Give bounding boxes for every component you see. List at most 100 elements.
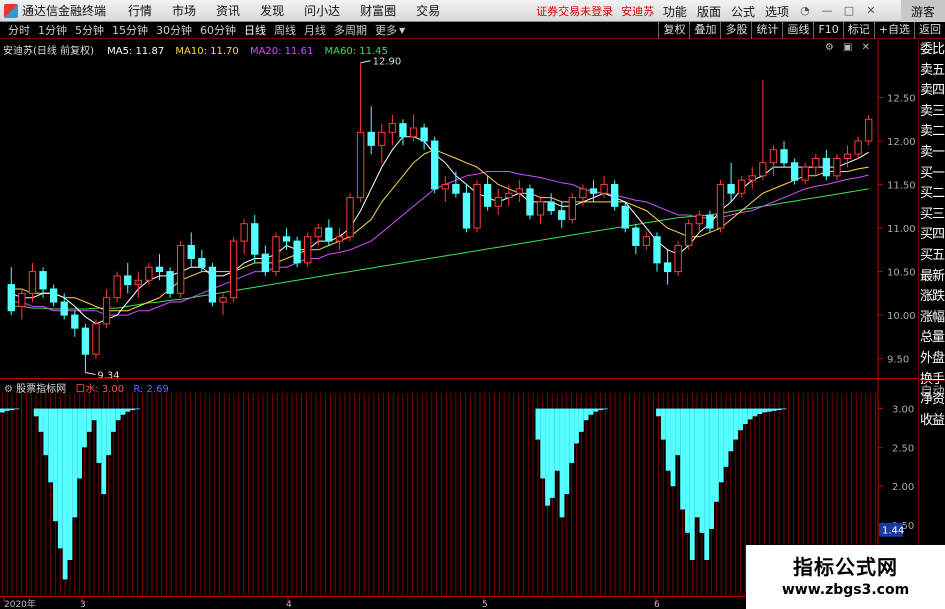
sidebar-item-0[interactable]: 委比	[919, 40, 945, 61]
sidebar-item-13[interactable]: 涨幅	[919, 308, 945, 329]
indicator-bar	[738, 408, 743, 431]
sidebar-item-5[interactable]: 卖一	[919, 143, 945, 164]
watermark: 指标公式网 www.zbgs3.com	[746, 545, 945, 609]
sidebar-item-1[interactable]: 卖五	[919, 61, 945, 82]
period-more[interactable]: 更多	[375, 22, 397, 38]
indicator-bar	[685, 408, 690, 533]
indicator-name[interactable]: 股票指标网	[16, 384, 66, 395]
y-tick-label: 12.00	[887, 137, 916, 148]
maximize-icon[interactable]: □	[843, 5, 855, 17]
period-15min[interactable]: 15分钟	[112, 22, 148, 38]
sidebar-item-11[interactable]: 最新	[919, 267, 945, 288]
sidebar-item-9[interactable]: 买四	[919, 225, 945, 246]
close-icon[interactable]: ✕	[865, 5, 877, 17]
period-60min[interactable]: 60分钟	[200, 22, 236, 38]
menu-function[interactable]: 功能	[663, 3, 687, 20]
watermark-url: www.zbgs3.com	[781, 582, 910, 598]
menu-discover[interactable]: 发现	[260, 2, 284, 19]
candle-up	[738, 179, 746, 194]
candle-up	[748, 175, 756, 181]
gear-icon[interactable]: ⚙	[825, 42, 834, 53]
tool-draw-line[interactable]: 画线	[782, 22, 813, 39]
y-tick-label: 10.00	[887, 311, 916, 322]
bell-icon[interactable]: ◔	[799, 5, 811, 17]
indicator-gear-icon[interactable]: ⚙	[4, 384, 13, 395]
tool-add-watchlist[interactable]: +自选	[873, 22, 914, 39]
kline-chart[interactable]: 9.50 10.00 10.50 11.00 11.50 12.00 12.50 12.90 9…	[0, 40, 918, 378]
guest-button[interactable]: 游客	[900, 0, 945, 23]
candle-down	[293, 240, 301, 264]
y-tick-label: 12.50	[887, 94, 916, 105]
indicator-bar	[675, 408, 681, 456]
period-5min[interactable]: 5分钟	[75, 22, 104, 38]
chevron-down-icon[interactable]: ▼	[399, 26, 405, 35]
candle-down	[632, 227, 640, 246]
period-timeshare[interactable]: 分时	[8, 22, 30, 38]
indicator-bar	[110, 408, 116, 432]
sidebar-item-10[interactable]: 买五	[919, 246, 945, 267]
close-icon[interactable]: ✕	[862, 42, 870, 53]
sidebar-item-8[interactable]: 买三	[919, 205, 945, 226]
candle-down	[60, 301, 68, 316]
period-30min[interactable]: 30分钟	[156, 22, 192, 38]
candle-down	[251, 223, 259, 255]
sidebar-item-3[interactable]: 卖三	[919, 102, 945, 123]
annotation-label: 12.90	[373, 57, 402, 68]
period-1min[interactable]: 1分钟	[38, 22, 67, 38]
menu-wealth[interactable]: 财富圈	[360, 2, 396, 19]
candle-up	[505, 192, 513, 199]
sidebar-auto-button[interactable]: 自动	[919, 380, 945, 400]
menu-formula[interactable]: 公式	[731, 3, 755, 20]
sidebar-item-18[interactable]: 收益	[919, 411, 945, 432]
period-weekly[interactable]: 周线	[274, 22, 296, 38]
candle-up	[335, 236, 344, 242]
indicator-bar	[718, 408, 724, 483]
y-tick-label: 9.50	[887, 355, 909, 366]
tool-mark[interactable]: 标记	[842, 22, 874, 39]
login-notice[interactable]: 证券交易未登录	[536, 3, 613, 19]
candle-up	[579, 188, 587, 199]
tool-overlay[interactable]: 叠加	[689, 22, 720, 39]
indicator-bar	[689, 408, 695, 561]
menu-ask[interactable]: 问小达	[304, 2, 340, 19]
indicator-bar	[0, 408, 5, 413]
restore-icon[interactable]: ▣	[843, 42, 852, 53]
tool-f10[interactable]: F10	[813, 22, 842, 39]
candle-up	[801, 166, 809, 181]
tool-multi-stock[interactable]: 多股	[720, 22, 751, 39]
menu-market[interactable]: 市场	[172, 2, 196, 19]
period-daily[interactable]: 日线	[244, 22, 266, 38]
menu-news[interactable]: 资讯	[216, 2, 240, 19]
sidebar-item-6[interactable]: 买一	[919, 164, 945, 185]
app-logo-icon	[4, 3, 18, 18]
sidebar-item-7[interactable]: 买二	[919, 184, 945, 205]
period-multi[interactable]: 多周期	[334, 22, 367, 38]
menu-quotes[interactable]: 行情	[128, 2, 152, 19]
ma-legend: 安迪苏(日线 前复权) MA5: 11.87 MA10: 11.70 MA20:…	[3, 42, 388, 57]
indicator-bar	[776, 408, 782, 411]
sidebar-item-4[interactable]: 卖二	[919, 122, 945, 143]
sidebar-item-15[interactable]: 外盘	[919, 349, 945, 370]
indicator-bar	[115, 408, 121, 421]
indicator-value-1: 口水: 3.00	[75, 384, 125, 395]
tool-statistics[interactable]: 统计	[751, 22, 782, 39]
menu-trade[interactable]: 交易	[416, 2, 440, 19]
period-monthly[interactable]: 月线	[304, 22, 326, 38]
indicator-bar	[583, 408, 589, 421]
minimize-icon[interactable]: —	[821, 5, 833, 17]
indicator-bar	[574, 408, 579, 444]
title-bar-right: 功能 版面 公式 选项 ◔ — □ ✕ 游客	[663, 0, 945, 23]
tool-back[interactable]: 返回	[914, 22, 945, 39]
indicator-bar	[709, 408, 714, 529]
period-toolbar: 分时 1分钟 5分钟 15分钟 30分钟 60分钟 日线 周线 月线 多周期 更…	[0, 22, 945, 39]
sidebar-item-14[interactable]: 总量	[919, 328, 945, 349]
kline-panel[interactable]: 9.50 10.00 10.50 11.00 11.50 12.00 12.50 12.90 9…	[0, 40, 916, 378]
menu-layout[interactable]: 版面	[697, 3, 721, 20]
sidebar-item-2[interactable]: 卖四	[919, 81, 945, 102]
sidebar-item-12[interactable]: 涨跌	[919, 287, 945, 308]
tool-adjust[interactable]: 复权	[658, 22, 689, 39]
candle-down	[822, 157, 831, 177]
indicator-bar	[549, 408, 555, 498]
menu-options[interactable]: 选项	[765, 3, 789, 20]
candle-up	[145, 266, 153, 281]
